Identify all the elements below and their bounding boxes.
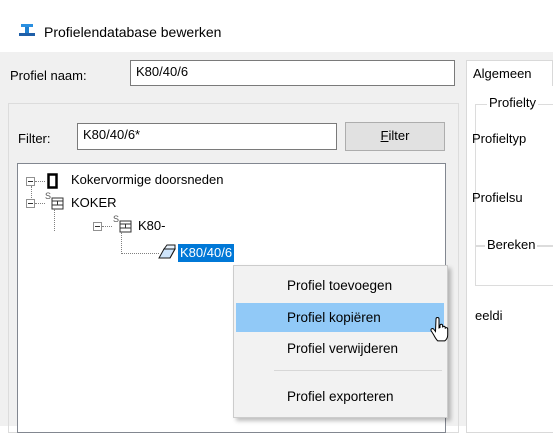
profile-type-label: Profieltyp <box>472 131 527 146</box>
filter-input[interactable]: K80/40/6* <box>77 123 337 150</box>
menu-item-delete-profile[interactable]: Profiel verwijderen <box>236 334 444 363</box>
tree-item-koker[interactable]: KOKER <box>71 195 117 210</box>
tree-line <box>35 181 45 182</box>
filter-label: Filter: <box>18 131 51 146</box>
title-bar: Profielendatabase bewerken <box>0 0 553 52</box>
profile-type-group-title: Profielty <box>487 95 538 110</box>
menu-item-copy-profile[interactable]: Profiel kopiëren <box>236 303 444 332</box>
collapse-icon[interactable] <box>93 222 102 231</box>
hollow-section-icon <box>47 173 58 189</box>
menu-item-label: Profiel verwijderen <box>287 341 399 356</box>
tree-line <box>121 232 122 254</box>
tree-line <box>54 209 55 231</box>
hand-cursor-icon <box>430 317 449 342</box>
profile-type-group <box>475 104 553 246</box>
menu-item-label: Profiel kopiëren <box>287 310 381 325</box>
tab-algemeen-label: Algemeen <box>473 66 532 81</box>
window-title: Profielendatabase bewerken <box>44 24 222 40</box>
partial-label: eeldi <box>475 308 503 323</box>
filter-button[interactable]: Filter <box>345 122 445 151</box>
menu-item-export-profile[interactable]: Profiel exporteren <box>236 382 444 411</box>
tree-line <box>121 253 159 254</box>
collapse-icon[interactable] <box>26 199 35 208</box>
profile-name-value: K80/40/6 <box>136 64 189 79</box>
profile-name-input[interactable]: K80/40/6 <box>130 60 455 86</box>
menu-item-label: Profiel toevoegen <box>287 278 393 293</box>
filter-value: K80/40/6* <box>83 127 141 142</box>
calculation-group <box>475 246 553 286</box>
context-menu: Profiel toevoegen Profiel kopiëren Profi… <box>233 265 448 418</box>
calculation-group-title: Bereken <box>485 237 538 252</box>
tab-algemeen[interactable]: Algemeen <box>466 60 553 86</box>
filter-button-label: ilter <box>388 128 410 143</box>
profile-box-icon <box>158 244 176 259</box>
collapse-icon[interactable] <box>26 177 35 186</box>
menu-separator <box>274 370 442 371</box>
menu-item-add-profile[interactable]: Profiel toevoegen <box>236 271 444 300</box>
tree-item-root[interactable]: Kokervormige doorsneden <box>71 172 223 187</box>
profile-subtype-label: Profielsu <box>472 190 523 205</box>
tree-item-leaf: K80/40/6 <box>180 245 233 260</box>
profile-database-window: Profielendatabase bewerken Profiel naam:… <box>0 0 553 433</box>
tree-line <box>35 203 45 204</box>
profile-name-label: Profiel naam: <box>10 68 87 83</box>
profile-group-icon <box>51 197 64 210</box>
tree-item-k80[interactable]: K80- <box>138 218 165 233</box>
menu-item-label: Profiel exporteren <box>287 389 394 404</box>
filter-button-accel: F <box>380 128 389 143</box>
right-tab-panel: Profielty Profieltyp Profielsu Bereken e… <box>466 83 553 433</box>
tree-item-selected[interactable]: K80/40/6 <box>178 244 235 262</box>
app-icon <box>19 24 35 36</box>
tree-line <box>102 226 112 227</box>
